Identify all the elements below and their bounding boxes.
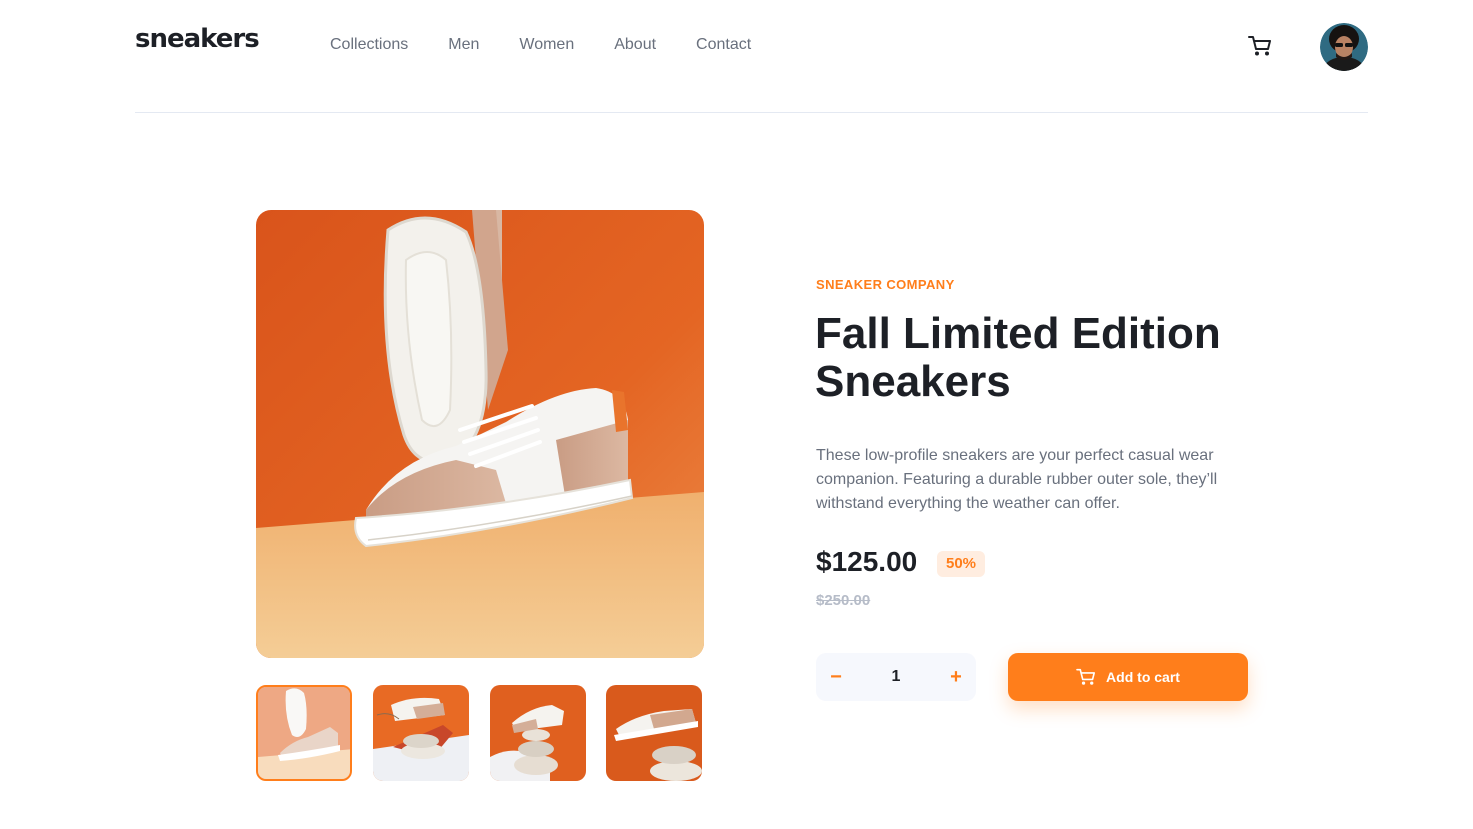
product-page: sneakers Collections Men Women About Con…: [0, 0, 1473, 829]
nav-contact[interactable]: Contact: [696, 36, 751, 54]
quantity-value: 1: [891, 668, 901, 685]
cart-icon: [1076, 668, 1096, 685]
nav-collections[interactable]: Collections: [330, 36, 408, 54]
nav-women[interactable]: Women: [519, 36, 574, 54]
company-label: SNEAKER COMPANY: [816, 277, 955, 292]
minus-icon[interactable]: −: [816, 653, 856, 701]
original-price: $250.00: [816, 592, 871, 609]
thumbnail-3[interactable]: [490, 685, 586, 781]
main-product-image[interactable]: [256, 210, 704, 658]
product-description: These low-profile sneakers are your perf…: [816, 447, 1218, 512]
header-divider: [135, 112, 1368, 113]
cart-icon[interactable]: [1248, 35, 1274, 59]
current-price: $125.00: [816, 546, 918, 577]
plus-icon[interactable]: +: [936, 653, 976, 701]
quantity-stepper: − 1 +: [816, 653, 976, 701]
logo[interactable]: sneakers: [135, 24, 260, 54]
thumbnail-2[interactable]: [373, 685, 469, 781]
main-nav: Collections Men Women About Contact: [330, 36, 791, 54]
thumbnail-4[interactable]: [606, 685, 702, 781]
user-avatar[interactable]: [1320, 23, 1368, 71]
discount-badge: 50%: [937, 551, 985, 577]
add-to-cart-button[interactable]: Add to cart: [1008, 653, 1248, 701]
thumbnail-1[interactable]: [256, 685, 352, 781]
product-title: Fall Limited Edition Sneakers: [815, 309, 1221, 406]
add-to-cart-label: Add to cart: [1106, 669, 1180, 685]
nav-men[interactable]: Men: [448, 36, 479, 54]
nav-about[interactable]: About: [614, 36, 656, 54]
